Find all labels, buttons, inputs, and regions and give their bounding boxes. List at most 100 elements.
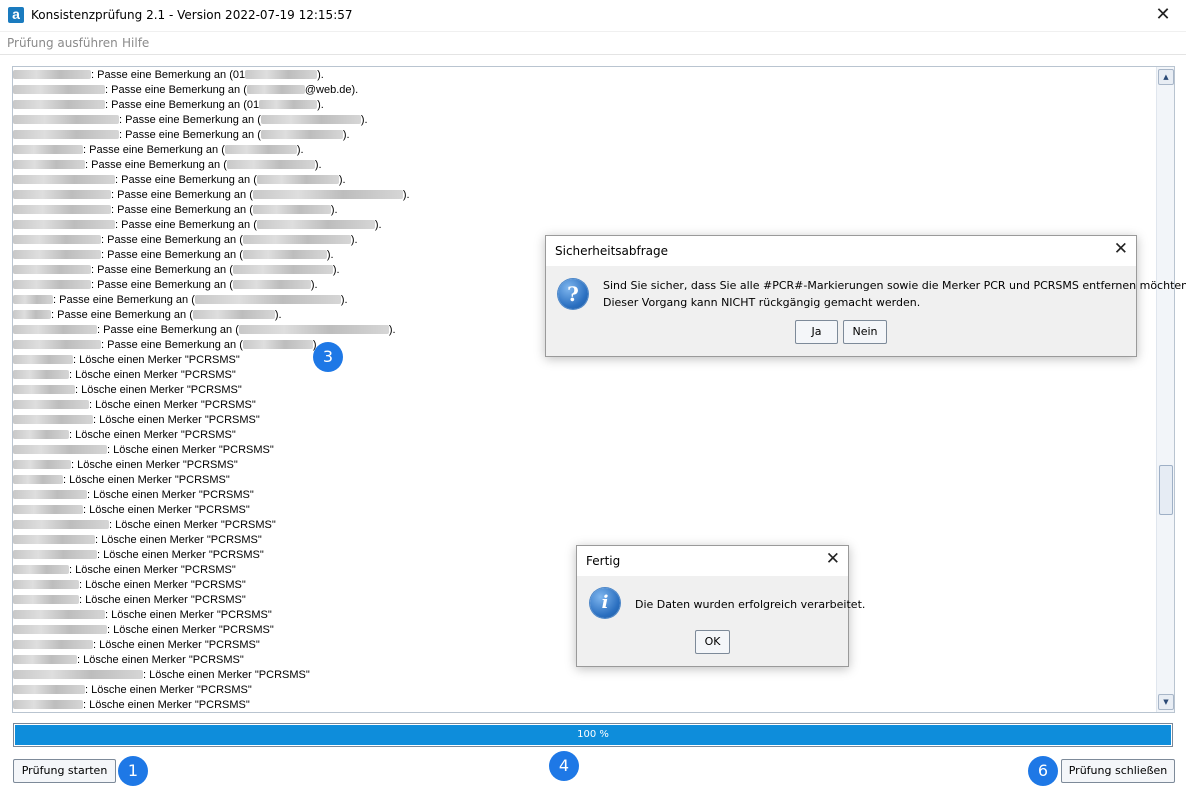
log-line: : Lösche einen Merker "PCRSMS"	[13, 443, 1153, 458]
redacted-name	[13, 640, 93, 649]
log-line: : Passe eine Bemerkung an (01).	[13, 68, 1153, 83]
done-message: Die Daten wurden erfolgreich verarbeitet…	[635, 598, 866, 611]
redacted-name	[13, 370, 69, 379]
redacted-value	[232, 280, 311, 289]
title-bar: a Konsistenzprüfung 2.1 - Version 2022-0…	[0, 0, 1186, 32]
log-line: : Passe eine Bemerkung an (01).	[13, 98, 1153, 113]
redacted-value	[224, 145, 297, 154]
redacted-value	[252, 205, 331, 214]
confirm-dialog-title: Sicherheitsabfrage	[555, 244, 669, 258]
redacted-value	[252, 190, 403, 199]
redacted-name	[13, 415, 93, 424]
log-line: : Lösche einen Merker "PCRSMS"	[13, 488, 1153, 503]
redacted-name	[13, 340, 101, 349]
start-check-button[interactable]: Prüfung starten	[13, 759, 116, 783]
redacted-value	[232, 265, 333, 274]
redacted-name	[13, 625, 107, 634]
done-dialog-close-icon[interactable]: ✕	[826, 549, 840, 569]
confirm-message-line2: Dieser Vorgang kann NICHT rückgängig gem…	[603, 296, 921, 309]
redacted-value	[256, 220, 375, 229]
redacted-value	[226, 160, 315, 169]
log-line: : Lösche einen Merker "PCRSMS"	[13, 458, 1153, 473]
redacted-name	[13, 355, 73, 364]
window-title: Konsistenzprüfung 2.1 - Version 2022-07-…	[31, 8, 353, 22]
redacted-name	[13, 310, 51, 319]
log-line: : Lösche einen Merker "PCRSMS"	[13, 398, 1153, 413]
log-line: : Lösche einen Merker "PCRSMS"	[13, 413, 1153, 428]
question-icon: ?	[558, 279, 588, 309]
redacted-name	[13, 115, 119, 124]
window-close-icon[interactable]: ✕	[1140, 0, 1186, 31]
redacted-name	[13, 610, 105, 619]
redacted-name	[13, 190, 111, 199]
redacted-value	[238, 325, 389, 334]
log-line: : Lösche einen Merker "PCRSMS"	[13, 383, 1153, 398]
redacted-name	[13, 460, 71, 469]
redacted-name	[13, 490, 87, 499]
done-dialog-titlebar: Fertig ✕	[577, 546, 848, 576]
log-line: : Passe eine Bemerkung an (@web.de).	[13, 83, 1153, 98]
redacted-name	[13, 700, 83, 709]
scroll-thumb[interactable]	[1159, 465, 1173, 515]
redacted-value	[242, 250, 327, 259]
done-dialog: Fertig ✕ i Die Daten wurden erfolgreich …	[576, 545, 865, 667]
redacted-name	[13, 385, 75, 394]
yes-button[interactable]: Ja	[795, 320, 838, 344]
redacted-name	[13, 175, 115, 184]
redacted-name	[13, 670, 143, 679]
log-line: : Passe eine Bemerkung an ().	[13, 158, 1153, 173]
redacted-name	[13, 535, 95, 544]
redacted-value	[260, 130, 343, 139]
log-line: : Passe eine Bemerkung an ().	[13, 188, 1153, 203]
confirm-dialog: Sicherheitsabfrage ✕ ? Sind Sie sicher, …	[545, 235, 1186, 357]
redacted-name	[13, 205, 111, 214]
badge-6: 6	[1028, 756, 1058, 786]
redacted-name	[13, 550, 97, 559]
vertical-scrollbar[interactable]: ▲ ▼	[1156, 67, 1174, 712]
log-line: : Lösche einen Merker "PCRSMS"	[13, 503, 1153, 518]
close-check-button[interactable]: Prüfung schließen	[1061, 759, 1175, 783]
redacted-name	[13, 565, 69, 574]
log-line: : Passe eine Bemerkung an ().	[13, 113, 1153, 128]
log-line: : Lösche einen Merker "PCRSMS"	[13, 698, 1153, 712]
redacted-name	[13, 235, 101, 244]
redacted-name	[13, 160, 85, 169]
redacted-value	[242, 235, 351, 244]
no-button[interactable]: Nein	[843, 320, 887, 344]
redacted-name	[13, 505, 83, 514]
redacted-name	[13, 580, 79, 589]
progress-bar: 100 %	[13, 723, 1173, 747]
redacted-name	[13, 430, 69, 439]
badge-4: 4	[549, 751, 579, 781]
ok-button[interactable]: OK	[695, 630, 730, 654]
redacted-name	[13, 655, 77, 664]
log-line: : Passe eine Bemerkung an ().	[13, 128, 1153, 143]
redacted-value	[260, 115, 361, 124]
redacted-value	[194, 295, 341, 304]
app-logo-icon: a	[8, 7, 24, 23]
redacted-name	[13, 280, 91, 289]
confirm-dialog-titlebar: Sicherheitsabfrage ✕	[546, 236, 1136, 266]
redacted-name	[13, 250, 101, 259]
redacted-name	[13, 400, 89, 409]
redacted-value	[192, 310, 275, 319]
redacted-name	[13, 130, 119, 139]
redacted-name	[13, 85, 105, 94]
redacted-name	[13, 685, 85, 694]
progress-label: 100 %	[577, 729, 609, 740]
redacted-name	[13, 295, 53, 304]
redacted-name	[13, 145, 83, 154]
scroll-down-icon[interactable]: ▼	[1158, 694, 1174, 710]
menu-item-pruefung-ausfuehren[interactable]: Prüfung ausführen	[7, 36, 118, 50]
redacted-value	[259, 100, 318, 109]
confirm-dialog-close-icon[interactable]: ✕	[1114, 239, 1128, 259]
scroll-up-icon[interactable]: ▲	[1158, 69, 1174, 85]
redacted-name	[13, 595, 79, 604]
log-line: : Lösche einen Merker "PCRSMS"	[13, 368, 1153, 383]
log-line: : Lösche einen Merker "PCRSMS"	[13, 428, 1153, 443]
log-line: : Lösche einen Merker "PCRSMS"	[13, 518, 1153, 533]
log-line: : Lösche einen Merker "PCRSMS"	[13, 683, 1153, 698]
redacted-name	[13, 265, 91, 274]
menu-item-hilfe[interactable]: Hilfe	[122, 36, 149, 50]
log-line: : Passe eine Bemerkung an ().	[13, 218, 1153, 233]
